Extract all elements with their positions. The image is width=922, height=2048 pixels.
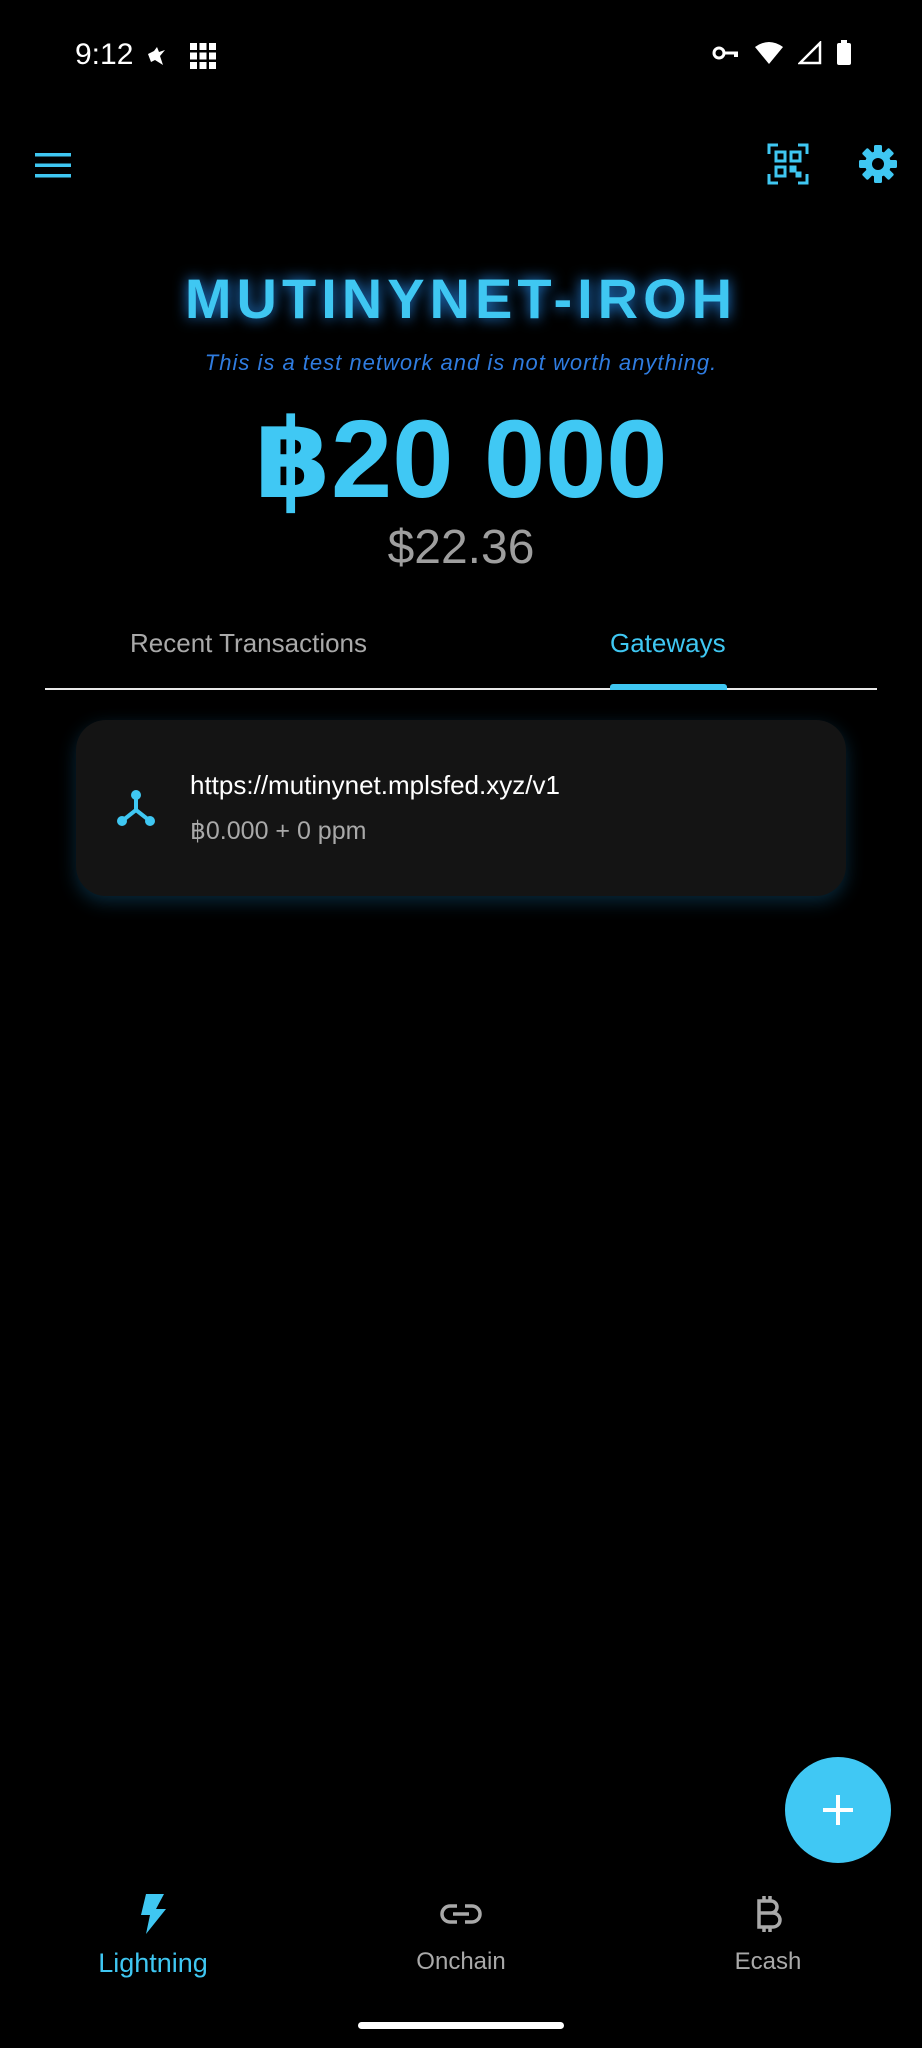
federation-name: MUTINYNET-IROH xyxy=(184,267,738,330)
settings-button[interactable] xyxy=(850,136,906,192)
nav-label-ecash: Ecash xyxy=(734,1948,802,1975)
battery-icon xyxy=(836,40,852,71)
status-left-icons xyxy=(145,42,217,75)
bitcoin-icon xyxy=(653,1890,883,1938)
status-time: 9:12 xyxy=(75,38,134,71)
tab-bar: Recent Transactions Gateways xyxy=(45,610,877,690)
testnet-warning: This is a test network and is not worth … xyxy=(204,350,718,375)
hamburger-menu-icon xyxy=(35,153,71,178)
status-bar: 9:12 xyxy=(0,0,922,112)
gateway-url: https://mutinynet.mplsfed.xyz/v1 xyxy=(190,770,560,800)
cellular-signal-icon xyxy=(796,39,822,70)
nav-onchain[interactable]: Onchain xyxy=(346,1890,576,1976)
link-icon xyxy=(346,1890,576,1938)
tab-gateways[interactable]: Gateways xyxy=(610,628,726,659)
tab-recent-transactions[interactable]: Recent Transactions xyxy=(130,628,367,659)
gateway-list-item[interactable]: https://mutinynet.mplsfed.xyz/v1 ฿0.000 … xyxy=(76,720,846,896)
nav-label-onchain: Onchain xyxy=(416,1948,506,1975)
grid-apps-icon xyxy=(189,42,217,75)
qr-scan-button[interactable] xyxy=(760,136,816,192)
lightning-icon xyxy=(38,1890,268,1938)
nav-lightning[interactable]: Lightning xyxy=(38,1890,268,1979)
balance-amount[interactable]: ฿20 000 xyxy=(0,395,922,525)
bottom-navigation: Lightning Onchain Ecash xyxy=(0,1890,922,2000)
status-right-icons xyxy=(712,39,852,71)
nav-label-lightning: Lightning xyxy=(98,1948,208,1978)
plus-icon xyxy=(823,1795,853,1825)
menu-button[interactable] xyxy=(28,140,78,190)
hub-icon xyxy=(116,788,156,828)
gear-icon xyxy=(859,145,897,183)
vpn-key-icon xyxy=(712,44,740,67)
qr-scan-icon xyxy=(767,143,809,185)
fiat-balance: $22.36 xyxy=(387,521,535,574)
wifi-icon xyxy=(754,41,784,70)
nav-ecash[interactable]: Ecash xyxy=(653,1890,883,1976)
notification-bird-icon xyxy=(145,45,167,72)
add-button[interactable] xyxy=(785,1757,891,1863)
home-indicator[interactable] xyxy=(358,2022,564,2029)
tab-selected-indicator xyxy=(610,684,727,690)
gateway-fee: ฿0.000 + 0 ppm xyxy=(190,817,367,845)
app-bar xyxy=(0,130,922,200)
